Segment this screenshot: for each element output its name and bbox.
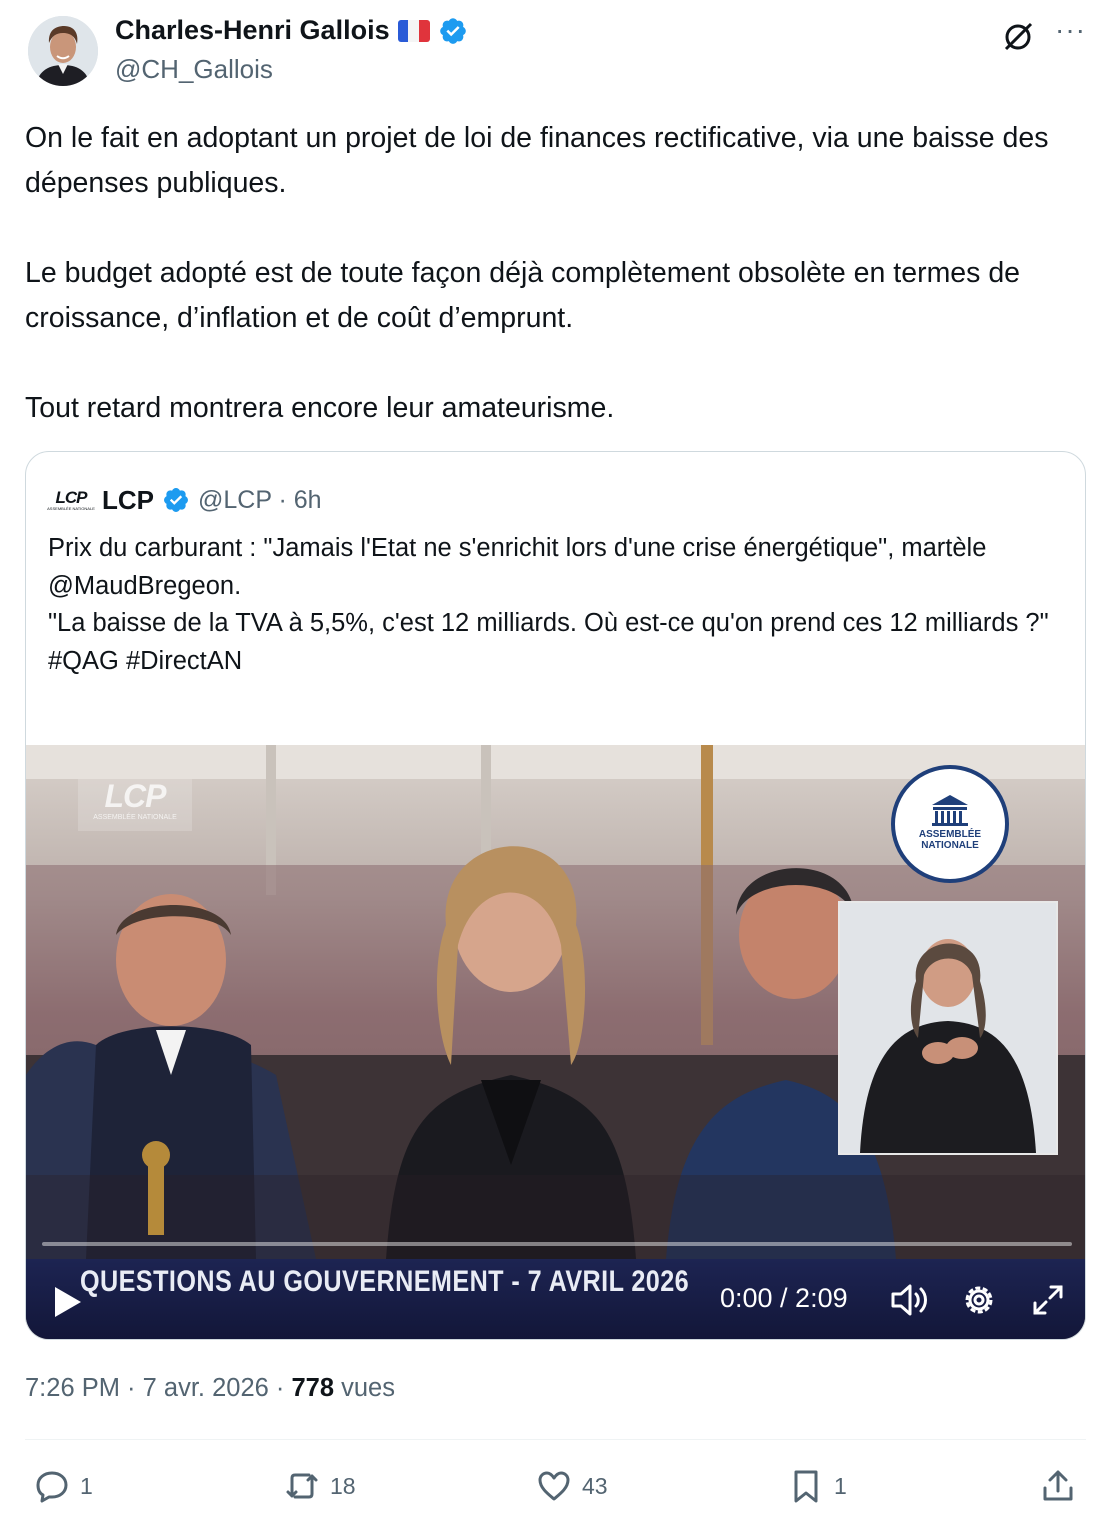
assemblee-logo-text: ASSEMBLÉE NATIONALE [918, 829, 982, 851]
lcp-watermark-subtext: ASSEMBLÉE NATIONALE [93, 814, 177, 821]
action-bar: 1 18 43 1 [0, 1460, 1110, 1512]
tweet-header: Charles-Henri Gallois @CH_Gallois ··· [0, 0, 1110, 100]
tweet-text: On le fait en adoptant un projet de loi … [25, 116, 1075, 431]
author-name-row[interactable]: Charles-Henri Gallois [115, 15, 468, 46]
quoted-tweet[interactable]: LCP ASSEMBLÉE NATIONALE LCP @LCP · 6h Pr… [25, 451, 1086, 1340]
quoted-author-handle[interactable]: @LCP · 6h [198, 486, 322, 515]
like-button[interactable]: 43 [536, 1460, 608, 1512]
lcp-logo-text: LCP [55, 487, 88, 507]
lcp-watermark-text: LCP [104, 778, 167, 814]
france-flag-icon [397, 19, 430, 42]
view-count: 778 [291, 1374, 335, 1402]
lcp-logo-subtext: ASSEMBLÉE NATIONALE [47, 505, 95, 511]
video-time: 0:00 / 2:09 [720, 1283, 848, 1313]
verified-badge-icon [164, 488, 188, 512]
lcp-watermark: LCP ASSEMBLÉE NATIONALE [78, 779, 192, 831]
lcp-logo-avatar[interactable]: LCP ASSEMBLÉE NATIONALE [47, 486, 95, 514]
bookmark-button[interactable]: 1 [788, 1460, 847, 1512]
divider [25, 1439, 1086, 1440]
sign-language-inset [838, 901, 1058, 1155]
view-label: vues [334, 1374, 395, 1402]
avatar[interactable] [28, 16, 98, 86]
tweet-timestamp[interactable]: 7:26 PM · 7 avr. 2026 · [25, 1374, 291, 1402]
author-name[interactable]: Charles-Henri Gallois [115, 15, 390, 46]
assemblee-building-icon [932, 795, 968, 826]
repost-button[interactable]: 18 [284, 1460, 356, 1512]
bookmark-count: 1 [834, 1472, 847, 1499]
repost-icon [286, 1473, 318, 1499]
quoted-tweet-header: LCP ASSEMBLÉE NATIONALE LCP @LCP · 6h [47, 482, 322, 518]
tweet-paragraph: Tout retard montrera encore leur amateur… [25, 392, 615, 424]
reply-count: 1 [80, 1472, 93, 1499]
verified-badge-icon [439, 17, 466, 44]
video-player[interactable]: LCP ASSEMBLÉE NATIONALE ASSEMBLÉE NATION… [26, 745, 1085, 1339]
heart-icon [538, 1471, 570, 1501]
grok-icon[interactable] [1000, 18, 1036, 54]
reply-icon [36, 1471, 68, 1503]
more-icon[interactable]: ··· [1055, 16, 1085, 48]
reply-button[interactable]: 1 [34, 1460, 93, 1512]
like-count: 43 [582, 1472, 608, 1499]
tweet-meta: 7:26 PM · 7 avr. 2026 · 778 vues [25, 1374, 395, 1403]
video-banner-text: QUESTIONS AU GOUVERNEMENT - 7 AVRIL 2026 [80, 1265, 690, 1298]
quoted-author-name[interactable]: LCP [102, 485, 154, 516]
settings-icon[interactable] [960, 1281, 998, 1319]
bookmark-icon [794, 1470, 818, 1503]
fullscreen-icon[interactable] [1029, 1281, 1067, 1319]
video-progress-bar[interactable] [42, 1242, 1072, 1246]
repost-count: 18 [330, 1472, 356, 1499]
author-handle[interactable]: @CH_Gallois [115, 54, 273, 85]
play-icon[interactable] [53, 1285, 83, 1319]
assemblee-nationale-logo: ASSEMBLÉE NATIONALE [891, 765, 1009, 883]
quoted-tweet-text: Prix du carburant : "Jamais l'Etat ne s'… [48, 534, 1049, 675]
share-button[interactable] [1040, 1460, 1076, 1512]
volume-icon[interactable] [890, 1282, 930, 1318]
share-icon [1043, 1470, 1073, 1501]
tweet-paragraph: Le budget adopté est de toute façon déjà… [25, 257, 1021, 334]
tweet-paragraph: On le fait en adoptant un projet de loi … [25, 122, 1049, 199]
